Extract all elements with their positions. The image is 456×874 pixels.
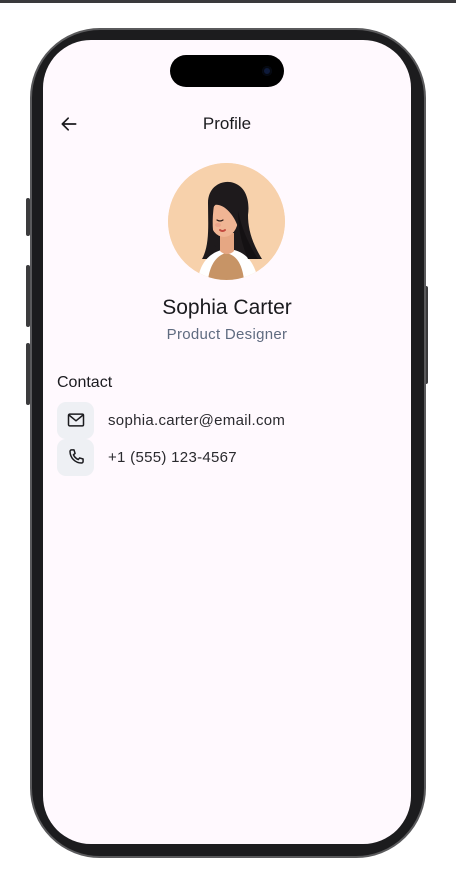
- profile-role: Product Designer: [166, 326, 288, 343]
- phone-screen: Profile Sophia Carter Product Designer C…: [43, 40, 411, 844]
- camera-icon: [262, 66, 272, 76]
- contact-phone-row[interactable]: +1 (555) 123-4567: [57, 438, 387, 476]
- avatar-illustration: [168, 163, 285, 280]
- avatar: [168, 163, 285, 280]
- profile-name: Sophia Carter: [162, 296, 292, 319]
- arrow-left-icon: [61, 117, 77, 131]
- phone-icon: [68, 449, 84, 464]
- app-bar: Profile: [43, 104, 411, 144]
- mail-icon: [67, 413, 84, 427]
- contact-email-text: sophia.carter@email.com: [108, 411, 286, 429]
- contact-phone-text: +1 (555) 123-4567: [108, 448, 237, 466]
- email-icon-tile: [57, 401, 94, 439]
- top-edge-bar: [0, 0, 456, 3]
- back-button[interactable]: [53, 108, 85, 140]
- contact-email-row[interactable]: sophia.carter@email.com: [57, 401, 387, 439]
- contact-section-title: Contact: [57, 374, 113, 391]
- page-title: Profile: [202, 114, 252, 133]
- phone-icon-tile: [57, 438, 94, 476]
- dynamic-island: [170, 55, 284, 87]
